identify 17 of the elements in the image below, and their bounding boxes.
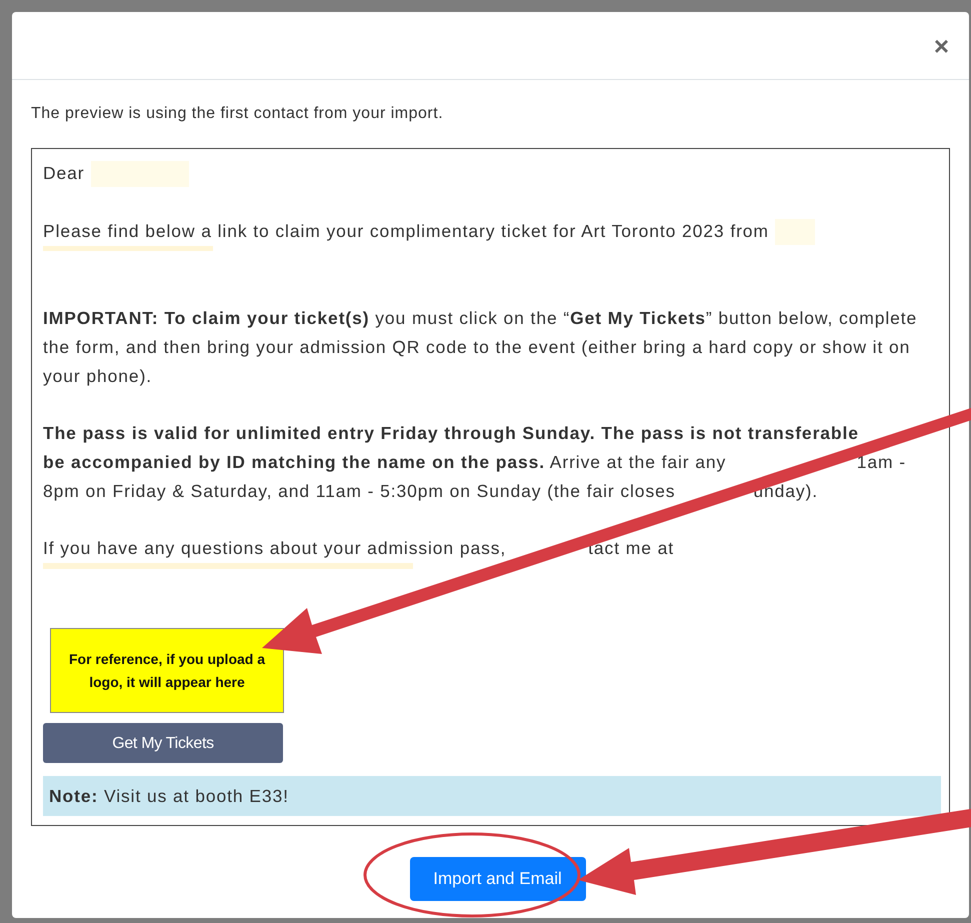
body-text: unday). [753,480,818,503]
logo-placeholder-text: For reference, if you upload a logo, it will appear here [68,650,266,692]
body-text: IMPORTANT: To claim your ticket(s) you must click on the “Get My Tickets” button below, complete [43,307,918,330]
body-text: your phone). [43,365,152,388]
greeting-text: Dear [43,162,85,185]
body-text: the form, and then bring your admission QR code to the event (either bring a hard copy or show it on [43,336,910,359]
close-button[interactable]: × [934,32,949,58]
body-text: 1am - [856,451,906,474]
body-text: If you have any questions about your admission pass, [43,537,506,560]
body-text: The pass is valid for unlimited entry Friday through Sunday. The pass is not transferable [43,422,859,445]
note-text: Note: Visit us at booth E33! [49,784,289,808]
import-and-email-button[interactable]: Import and Email [410,857,586,901]
intro-text: The preview is using the first contact from your import. [31,104,444,124]
body-text: 8pm on Friday & Saturday, and 11am - 5:30pm on Sunday (the fair closes [43,480,676,503]
get-tickets-button[interactable]: Get My Tickets [43,723,283,763]
body-text: be accompanied by ID matching the name on the pass. Arrive at the fair any [43,451,726,474]
body-text: Please find below a link to claim your complimentary ticket for Art Toronto 2023 from [43,220,769,243]
